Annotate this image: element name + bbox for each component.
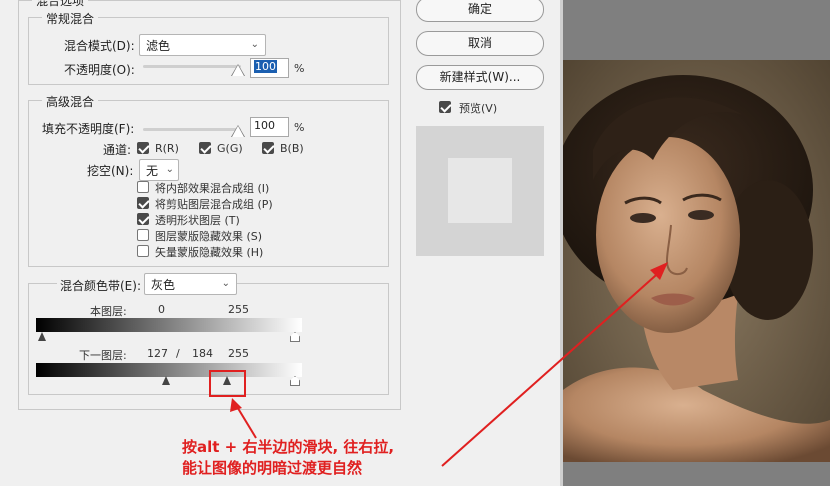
annotation-line-1: 按alt + 右半边的滑块, 往右拉, <box>182 438 395 456</box>
annotation-arrows <box>230 262 668 467</box>
annotation-line-2: 能让图像的明暗过渡更自然 <box>182 459 363 477</box>
arrow-head-icon <box>230 398 242 412</box>
